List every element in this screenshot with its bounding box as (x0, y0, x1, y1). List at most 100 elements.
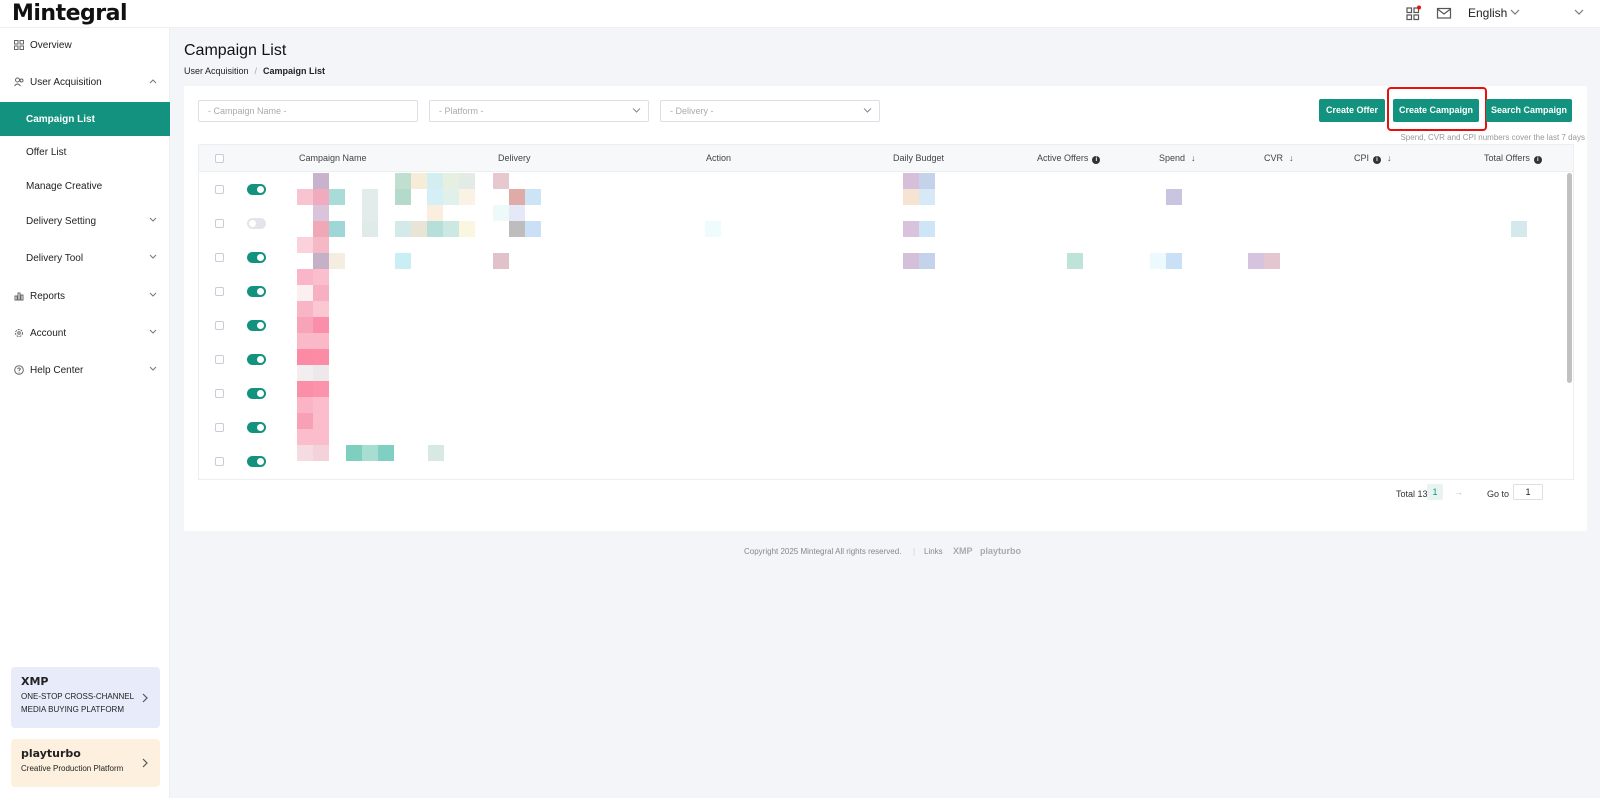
playturbo-promo-card[interactable]: playturbo Creative Production Platform (11, 739, 160, 787)
sidebar-item-help-center[interactable]: Help Center (0, 353, 170, 387)
campaign-status-toggle[interactable] (247, 252, 266, 263)
redacted-cell (362, 445, 378, 461)
campaign-status-toggle[interactable] (247, 422, 266, 433)
chevron-down-icon (149, 366, 157, 371)
mail-icon[interactable] (1436, 5, 1452, 21)
redacted-cell (297, 445, 313, 461)
redacted-cell (313, 189, 329, 205)
redacted-cell (297, 237, 313, 253)
campaign-status-toggle[interactable] (247, 388, 266, 399)
redacted-cell (411, 221, 427, 237)
col-spend[interactable]: Spend ↓ (1159, 153, 1196, 163)
redacted-cell (427, 205, 443, 221)
col-active-offers: Active Offers i (1037, 153, 1101, 164)
mintegral-logo[interactable]: Mintegral (12, 1, 128, 26)
prev-page-icon[interactable]: ← (1407, 487, 1416, 497)
chevron-down-icon (632, 108, 641, 113)
redacted-cell (509, 205, 525, 221)
info-icon[interactable]: i (1373, 156, 1382, 164)
scrollbar-thumb[interactable] (1567, 173, 1572, 383)
redacted-cell (313, 237, 329, 253)
sidebar-item-user-acquisition[interactable]: User Acquisition (0, 65, 170, 99)
help-icon (14, 365, 24, 375)
delivery-select[interactable]: - Delivery - (660, 100, 880, 122)
row-checkbox[interactable] (215, 287, 224, 296)
goto-page-input[interactable]: 1 (1513, 484, 1543, 500)
row-checkbox[interactable] (215, 219, 224, 228)
redacted-cell (313, 253, 329, 269)
sidebar-item-label: Delivery Tool (26, 252, 84, 264)
col-campaign-name: Campaign Name (299, 153, 367, 163)
chart-icon (14, 292, 24, 301)
create-campaign-button[interactable]: Create Campaign (1393, 99, 1479, 122)
users-icon (14, 77, 24, 87)
redacted-cell (1166, 189, 1182, 205)
search-campaign-button[interactable]: Search Campaign (1486, 99, 1572, 122)
sidebar-item-overview[interactable]: Overview (0, 28, 170, 62)
sidebar-item-delivery-setting[interactable]: Delivery Setting (0, 204, 170, 238)
footer-xmp-link[interactable]: XMP (953, 546, 973, 556)
sidebar-item-label: Help Center (30, 364, 84, 376)
redacted-cell (297, 269, 313, 285)
sort-arrow-icon[interactable]: ↓ (1387, 153, 1392, 163)
platform-select[interactable]: - Platform - (429, 100, 649, 122)
chevron-right-icon (142, 758, 148, 768)
redacted-cell (493, 253, 509, 269)
sidebar-item-manage-creative[interactable]: Manage Creative (0, 169, 170, 203)
page-number-current[interactable]: 1 (1427, 484, 1443, 500)
redacted-cell (313, 285, 329, 301)
sort-arrow-icon[interactable]: ↓ (1289, 153, 1294, 163)
xmp-promo-card[interactable]: XMP ONE-STOP CROSS-CHANNEL MEDIA BUYING … (11, 667, 160, 728)
sidebar-item-delivery-tool[interactable]: Delivery Tool (0, 241, 170, 275)
campaign-status-toggle[interactable] (247, 286, 266, 297)
campaign-status-toggle[interactable] (247, 320, 266, 331)
row-checkbox[interactable] (215, 355, 224, 364)
redacted-cell (313, 333, 329, 349)
campaign-status-toggle[interactable] (247, 456, 266, 467)
table-row (199, 377, 1573, 411)
language-selector[interactable]: English (1468, 6, 1507, 20)
sidebar-item-offer-list[interactable]: Offer List (0, 135, 170, 169)
info-icon[interactable]: i (1092, 156, 1101, 164)
breadcrumb-item[interactable]: User Acquisition (184, 66, 249, 76)
chevron-down-icon (149, 217, 157, 222)
redacted-cell (313, 397, 329, 413)
col-cvr[interactable]: CVR ↓ (1264, 153, 1294, 163)
next-page-icon[interactable]: → (1454, 487, 1463, 497)
chevron-down-icon (149, 254, 157, 259)
row-checkbox[interactable] (215, 321, 224, 330)
col-label: Active Offers (1037, 153, 1089, 163)
redacted-cell (297, 381, 313, 397)
row-checkbox[interactable] (215, 389, 224, 398)
sidebar-item-label: Overview (30, 39, 72, 51)
sidebar-item-account[interactable]: Account (0, 316, 170, 350)
apps-grid-icon[interactable] (1405, 5, 1421, 21)
row-checkbox[interactable] (215, 457, 224, 466)
row-checkbox[interactable] (215, 423, 224, 432)
campaign-status-toggle[interactable] (247, 218, 266, 229)
row-checkbox[interactable] (215, 253, 224, 262)
row-checkbox[interactable] (215, 185, 224, 194)
select-all-checkbox[interactable] (215, 154, 224, 163)
footer-playturbo-link[interactable]: playturbo (980, 546, 1021, 556)
footer-links-label: Links (924, 547, 943, 556)
redacted-cell (1248, 253, 1264, 269)
redacted-cell (362, 205, 378, 221)
col-cpi[interactable]: CPI i ↓ (1354, 153, 1392, 164)
chevron-down-icon[interactable] (1574, 8, 1584, 16)
campaign-status-toggle[interactable] (247, 354, 266, 365)
redacted-cell (919, 173, 935, 189)
campaign-status-toggle[interactable] (247, 184, 266, 195)
chevron-down-icon[interactable] (1510, 8, 1520, 16)
campaign-name-input[interactable]: - Campaign Name - (198, 100, 418, 122)
promo-text: ONE-STOP CROSS-CHANNEL MEDIA BUYING PLAT… (21, 692, 134, 714)
sidebar-item-campaign-list[interactable]: Campaign List (0, 102, 170, 136)
redacted-cell (705, 221, 721, 237)
sort-arrow-icon[interactable]: ↓ (1191, 153, 1196, 163)
redacted-cell (297, 365, 313, 381)
table-scrollbar[interactable] (1565, 173, 1573, 473)
info-icon[interactable]: i (1533, 156, 1542, 164)
create-offer-button[interactable]: Create Offer (1319, 99, 1385, 122)
col-action: Action (706, 153, 732, 163)
sidebar-item-reports[interactable]: Reports (0, 279, 170, 313)
